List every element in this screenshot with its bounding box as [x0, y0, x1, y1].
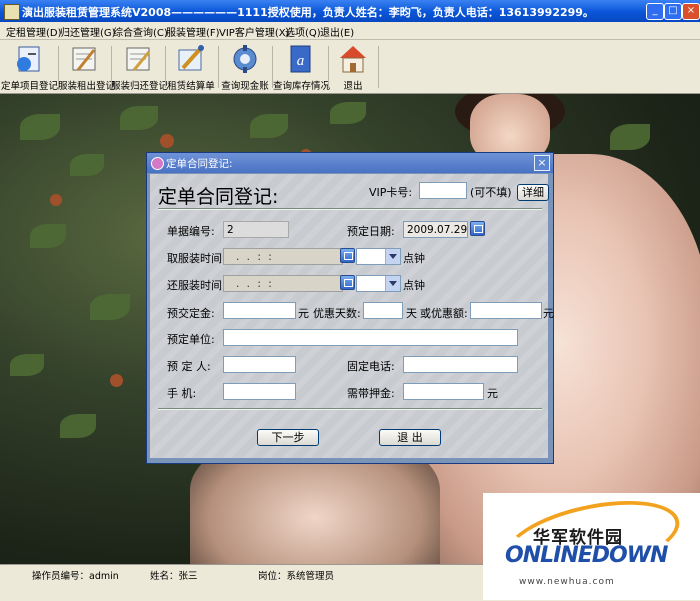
toolbar-inventory[interactable]: a 查询库存情况	[273, 42, 331, 92]
toolbar-label: 服装租出登记	[58, 81, 116, 92]
maximize-button[interactable]: □	[664, 3, 682, 20]
toolbar-label: 定单项目登记	[1, 81, 59, 92]
dialog-close-button[interactable]: ×	[534, 155, 550, 171]
close-button[interactable]: ×	[682, 3, 700, 20]
toolbar-exit[interactable]: 退出	[329, 42, 379, 92]
booking-unit-label: 预定单位:	[167, 333, 215, 346]
watermark-url: www.newhua.com	[519, 577, 615, 587]
watermark-brand-en: ONLINEDOWN	[505, 543, 668, 568]
discount-days-input[interactable]	[363, 302, 403, 319]
chevron-down-icon	[385, 276, 400, 291]
guarantee-deposit-label: 需带押金:	[347, 387, 395, 400]
toolbar-order-register[interactable]: 定单项目登记	[1, 42, 59, 92]
status-operator: 操作员编号：admin	[32, 571, 119, 582]
toolbar-settlement[interactable]: 租赁结算单	[165, 42, 219, 92]
landline-label: 固定电话:	[347, 360, 395, 373]
menu-exit[interactable]: 退出(E)	[320, 24, 354, 39]
dialog-title: 定单合同登记:	[166, 158, 233, 170]
detail-button[interactable]: 详细	[517, 184, 549, 201]
vip-card-label: VIP卡号:	[369, 186, 413, 199]
discount-days-unit: 天	[406, 307, 417, 320]
dialog-title-bar: 定单合同登记: ×	[147, 153, 553, 173]
next-step-button[interactable]: 下一步	[257, 429, 319, 446]
deposit-input[interactable]	[223, 302, 296, 319]
deposit-unit: 元	[298, 307, 309, 320]
toolbar-label: 查询现金账	[221, 81, 269, 92]
watermark-logo: 华军软件园 ONLINEDOWN www.newhua.com	[483, 487, 700, 600]
guarantee-deposit-unit: 元	[487, 387, 498, 400]
dialog-app-icon	[151, 157, 164, 170]
form-divider	[158, 408, 542, 410]
return-hour-dropdown[interactable]	[356, 275, 401, 292]
menu-costume-management[interactable]: 服装管理(F)	[166, 24, 220, 39]
toolbar-label: 租赁结算单	[167, 81, 215, 92]
menu-query[interactable]: 综合查询(C)	[113, 24, 168, 39]
guarantee-deposit-input[interactable]	[403, 383, 484, 400]
toolbar-cash-ledger[interactable]: 查询现金账	[219, 42, 273, 92]
landline-input[interactable]	[403, 356, 518, 373]
app-icon	[4, 4, 20, 20]
booking-date-field[interactable]: 2009.07.29	[403, 221, 468, 238]
pickup-time-label: 取服装时间:	[167, 252, 226, 265]
return-notepad-icon	[126, 47, 150, 71]
menu-bar: 定租管理(D) 归还管理(G) 综合查询(C) 服装管理(F) VIP客户管理(…	[0, 22, 700, 40]
discount-amount-unit: 元	[543, 307, 554, 320]
inventory-book-icon: a	[290, 45, 311, 73]
booking-person-label: 预 定 人:	[167, 360, 211, 373]
settlement-tools-icon	[178, 45, 204, 71]
toolbar: 定单项目登记 服装租出登记 服装归还登记 租赁结算单 查询现金账 a 查询库存情…	[0, 40, 700, 94]
pickup-hour-unit: 点钟	[403, 252, 425, 265]
booking-person-input[interactable]	[223, 356, 296, 373]
heading-divider	[158, 208, 542, 210]
booking-unit-input[interactable]	[223, 329, 518, 346]
rent-out-notepad-icon	[72, 47, 96, 71]
pickup-time-field[interactable]: . . : :	[223, 248, 343, 265]
toolbar-label: 查询库存情况	[273, 81, 331, 92]
pickup-hour-dropdown[interactable]	[356, 248, 401, 265]
menu-vip-management[interactable]: VIP客户管理(X)	[219, 24, 289, 39]
menu-return-management[interactable]: 归还管理(G)	[60, 24, 116, 39]
svg-text:a: a	[297, 53, 305, 69]
minimize-button[interactable]: _	[646, 3, 664, 20]
order-number-field: 2	[223, 221, 289, 238]
discount-amount-label: 或优惠额:	[420, 307, 468, 320]
return-time-label: 还服装时间:	[167, 279, 226, 292]
mobile-label: 手 机:	[167, 387, 197, 400]
chevron-down-icon	[385, 249, 400, 264]
toolbar-label: 服装归还登记	[111, 81, 169, 92]
order-number-label: 单据编号:	[167, 225, 215, 238]
deposit-label: 预交定金:	[167, 307, 215, 320]
window-title: 演出服装租赁管理系统V2008——————1111授权使用，负责人姓名：李昀飞，…	[22, 6, 594, 19]
calendar-icon[interactable]	[340, 248, 355, 263]
calendar-icon[interactable]	[470, 221, 485, 236]
toolbar-rent-out[interactable]: 服装租出登记	[58, 42, 116, 92]
mobile-input[interactable]	[223, 383, 296, 400]
menu-options[interactable]: 选项(Q)	[285, 24, 321, 39]
toolbar-label: 退出	[343, 81, 363, 92]
house-exit-icon	[340, 46, 366, 73]
main-title-bar: 演出服装租赁管理系统V2008——————1111授权使用，负责人姓名：李昀飞，…	[0, 0, 700, 22]
discount-amount-input[interactable]	[470, 302, 542, 319]
menu-order-management[interactable]: 定租管理(D)	[6, 24, 62, 39]
return-time-field[interactable]: . . : :	[223, 275, 343, 292]
discount-days-label: 优惠天数:	[313, 307, 361, 320]
toolbar-return[interactable]: 服装归还登记	[111, 42, 169, 92]
calendar-icon[interactable]	[340, 275, 355, 290]
vip-card-hint: (可不填)	[470, 186, 512, 199]
register-form-icon	[17, 46, 40, 72]
dialog-body: 定单合同登记: VIP卡号: (可不填) 详细 单据编号: 2 预定日期: 20…	[150, 174, 554, 458]
cash-gear-icon	[233, 45, 257, 73]
dialog-heading: 定单合同登记:	[158, 186, 279, 208]
status-name: 姓名：张三	[150, 571, 198, 582]
exit-button[interactable]: 退 出	[379, 429, 441, 446]
order-contract-dialog: 定单合同登记: × 定单合同登记: VIP卡号: (可不填) 详细 单据编号: …	[146, 152, 554, 464]
vip-card-input[interactable]	[419, 182, 467, 199]
booking-date-label: 预定日期:	[347, 225, 395, 238]
status-position: 岗位：系统管理员	[258, 571, 335, 582]
return-hour-unit: 点钟	[403, 279, 425, 292]
